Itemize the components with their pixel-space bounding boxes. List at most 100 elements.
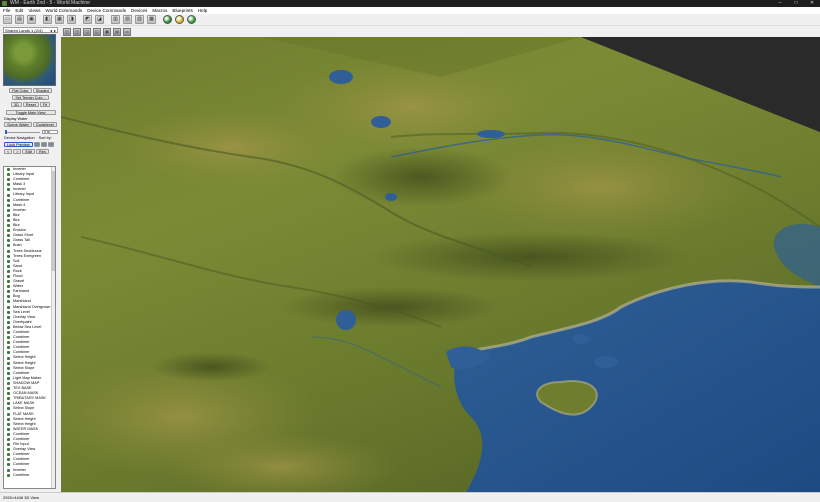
set-terrain-colors-button[interactable]: Set Terrain Colo... xyxy=(12,95,49,100)
save-icon[interactable]: ▣ xyxy=(27,15,36,24)
window-title: WM - Earth 2nd - 5 - World Machine xyxy=(10,0,90,6)
minimize-button[interactable]: – xyxy=(772,0,788,7)
device-icon xyxy=(7,448,10,452)
menu-devices[interactable]: Devices xyxy=(131,7,147,14)
nav-next-button[interactable]: > xyxy=(13,149,22,154)
device-icon xyxy=(7,224,10,228)
device-icon xyxy=(7,234,10,238)
device-icon xyxy=(7,168,10,172)
device-icon xyxy=(7,427,10,431)
toggle-main-view-button[interactable]: Toggle Main View xyxy=(5,110,56,115)
perspective-icon[interactable]: ◰ xyxy=(63,28,71,36)
terrain-render[interactable] xyxy=(61,37,820,492)
tree-scrollbar[interactable] xyxy=(51,167,55,488)
device-icon xyxy=(7,331,10,335)
menu-help[interactable]: Help xyxy=(198,7,207,14)
camera-icon[interactable]: ◳ xyxy=(73,28,81,36)
device-icon xyxy=(7,254,10,258)
res-button[interactable]: Res xyxy=(35,149,49,154)
scene-water-button[interactable]: Scene Water xyxy=(4,122,32,127)
green-light-icon[interactable] xyxy=(163,15,172,24)
water-icon[interactable]: ◱ xyxy=(93,28,101,36)
menu-file[interactable]: File xyxy=(3,7,10,14)
status-bar: 2920×4446 3D View xyxy=(0,492,820,502)
3d-button[interactable]: 3D xyxy=(11,102,22,107)
device-icon xyxy=(7,402,10,406)
device-icon xyxy=(7,468,10,472)
device-icon xyxy=(7,366,10,370)
sort-order-icon[interactable] xyxy=(47,142,54,147)
chart-icon[interactable]: ◩ xyxy=(83,15,92,24)
preview-thumbnail[interactable] xyxy=(3,34,56,86)
light-icon[interactable]: ◲ xyxy=(83,28,91,36)
device-icon xyxy=(7,193,10,197)
device-icon xyxy=(7,346,10,350)
yellow-light-icon[interactable] xyxy=(175,15,184,24)
shaded-button[interactable]: Shaded xyxy=(32,88,52,93)
device-icon xyxy=(7,392,10,396)
device-icon xyxy=(7,341,10,345)
window-controls: – □ ✕ xyxy=(772,0,820,7)
scrollbar-thumb[interactable] xyxy=(51,171,55,271)
device-icon xyxy=(7,432,10,436)
reset-view-icon[interactable]: ▭ xyxy=(123,28,131,36)
device-icon xyxy=(7,198,10,202)
new-world-icon[interactable]: ▭ xyxy=(3,15,12,24)
device-icon xyxy=(7,280,10,284)
green-build-icon[interactable] xyxy=(187,15,196,24)
tree-item[interactable]: Combiner xyxy=(4,473,55,478)
nav-prev-button[interactable]: < xyxy=(4,149,13,154)
view-toolbar: ◰ ◳ ◲ ◱ ▦ ▤ ▭ xyxy=(61,27,131,37)
3d-terrain-viewport[interactable] xyxy=(61,37,820,492)
menu-device-commands[interactable]: Device Commands xyxy=(87,7,126,14)
menu-macros[interactable]: Macros xyxy=(152,7,167,14)
next-arrow-icon[interactable]: ▸ xyxy=(53,28,57,33)
device-icon xyxy=(7,244,10,248)
device-icon xyxy=(7,463,10,467)
device-icon xyxy=(7,213,10,217)
render-icon[interactable]: ▩ xyxy=(147,15,156,24)
device-icon xyxy=(7,315,10,319)
sort-type-icon[interactable] xyxy=(33,142,40,147)
device-icon xyxy=(7,300,10,304)
view-icon[interactable]: ▧ xyxy=(123,15,132,24)
edit-button[interactable]: Edit xyxy=(22,149,35,154)
device-icon xyxy=(7,422,10,426)
device-icon xyxy=(7,417,10,421)
device-icon xyxy=(7,458,10,462)
device-icon xyxy=(7,438,10,442)
layout-icon[interactable]: ◨ xyxy=(67,15,76,24)
build-icon[interactable]: ▦ xyxy=(55,15,64,24)
terrain-icon[interactable]: ▨ xyxy=(135,15,144,24)
device-icon xyxy=(7,336,10,340)
menu-edit[interactable]: Edit xyxy=(15,7,23,14)
device-icon xyxy=(7,356,10,360)
device-icon xyxy=(7,285,10,289)
menu-views[interactable]: Views xyxy=(28,7,40,14)
water-level-slider[interactable]: 0 m xyxy=(3,129,58,134)
open-icon[interactable]: ▤ xyxy=(15,15,24,24)
grid-icon[interactable]: ▦ xyxy=(103,28,111,36)
device-icon xyxy=(7,178,10,182)
flat-color-button[interactable]: Flat Color xyxy=(9,88,32,93)
maximize-button[interactable]: □ xyxy=(788,0,804,7)
device-icon[interactable]: ◧ xyxy=(43,15,52,24)
menu-blueprints[interactable]: Blueprints xyxy=(172,7,192,14)
device-icon xyxy=(7,208,10,212)
settings-icon[interactable]: ▥ xyxy=(111,15,120,24)
menu-world-commands[interactable]: World Commands xyxy=(46,7,83,14)
status-text: 2920×4446 3D View xyxy=(3,495,40,500)
lock-preview-button[interactable]: Lock Preview xyxy=(4,142,33,147)
slider-handle[interactable] xyxy=(5,129,7,134)
sort-name-icon[interactable] xyxy=(40,142,47,147)
wireframe-icon[interactable]: ▤ xyxy=(113,28,121,36)
reset-button[interactable]: Reset xyxy=(22,102,39,107)
explorer-icon[interactable]: ◪ xyxy=(95,15,104,24)
water-level-value[interactable]: 0 m xyxy=(42,130,58,134)
tree-item-label: Combiner xyxy=(13,472,30,477)
close-button[interactable]: ✕ xyxy=(804,0,820,7)
guidelevel-button[interactable]: Guidelevel xyxy=(32,122,57,127)
device-icon xyxy=(7,453,10,457)
fit-button[interactable]: Fit xyxy=(39,102,50,107)
device-icon xyxy=(7,310,10,314)
